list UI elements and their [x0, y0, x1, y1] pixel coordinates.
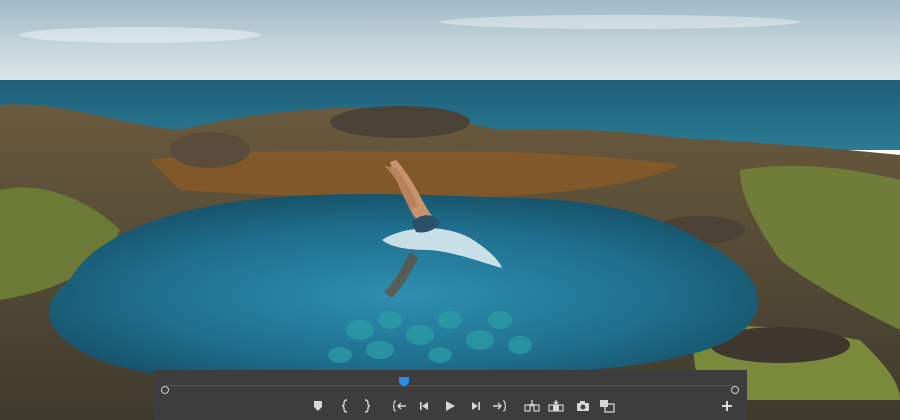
time-ruler [165, 385, 735, 386]
step-forward-icon [472, 402, 480, 410]
mark-out-button[interactable] [359, 398, 375, 414]
go-to-out-icon [493, 400, 506, 412]
compare-icon [600, 400, 615, 413]
transport-controls [153, 398, 747, 418]
go-to-in-button[interactable] [392, 398, 408, 414]
insert-button[interactable] [524, 398, 540, 414]
go-to-in-icon [393, 400, 406, 412]
overwrite-icon [548, 400, 564, 412]
camera-icon [577, 401, 589, 411]
button-editor-button[interactable] [719, 398, 735, 414]
playhead-marker[interactable] [399, 377, 410, 387]
step-forward-button[interactable] [467, 398, 483, 414]
play-icon [446, 401, 455, 411]
timeline-end-handle[interactable] [731, 386, 739, 394]
timeline-start-handle[interactable] [161, 386, 169, 394]
marker-icon [314, 401, 322, 411]
export-frame-button[interactable] [575, 398, 591, 414]
go-to-out-button[interactable] [491, 398, 507, 414]
step-back-button[interactable] [417, 398, 433, 414]
mark-in-button[interactable] [337, 398, 353, 414]
timeline-scrubber[interactable] [153, 370, 747, 396]
video-preview [0, 0, 900, 420]
plus-icon [722, 401, 732, 411]
compare-button[interactable] [599, 398, 615, 414]
step-back-icon [420, 402, 428, 410]
preview-frame-image [0, 0, 900, 420]
add-marker-button[interactable] [310, 398, 326, 414]
mark-in-icon [341, 399, 348, 413]
playback-control-panel [153, 370, 747, 420]
overwrite-button[interactable] [548, 398, 564, 414]
play-button[interactable] [442, 398, 458, 414]
mark-out-icon [364, 399, 371, 413]
insert-icon [524, 400, 540, 412]
